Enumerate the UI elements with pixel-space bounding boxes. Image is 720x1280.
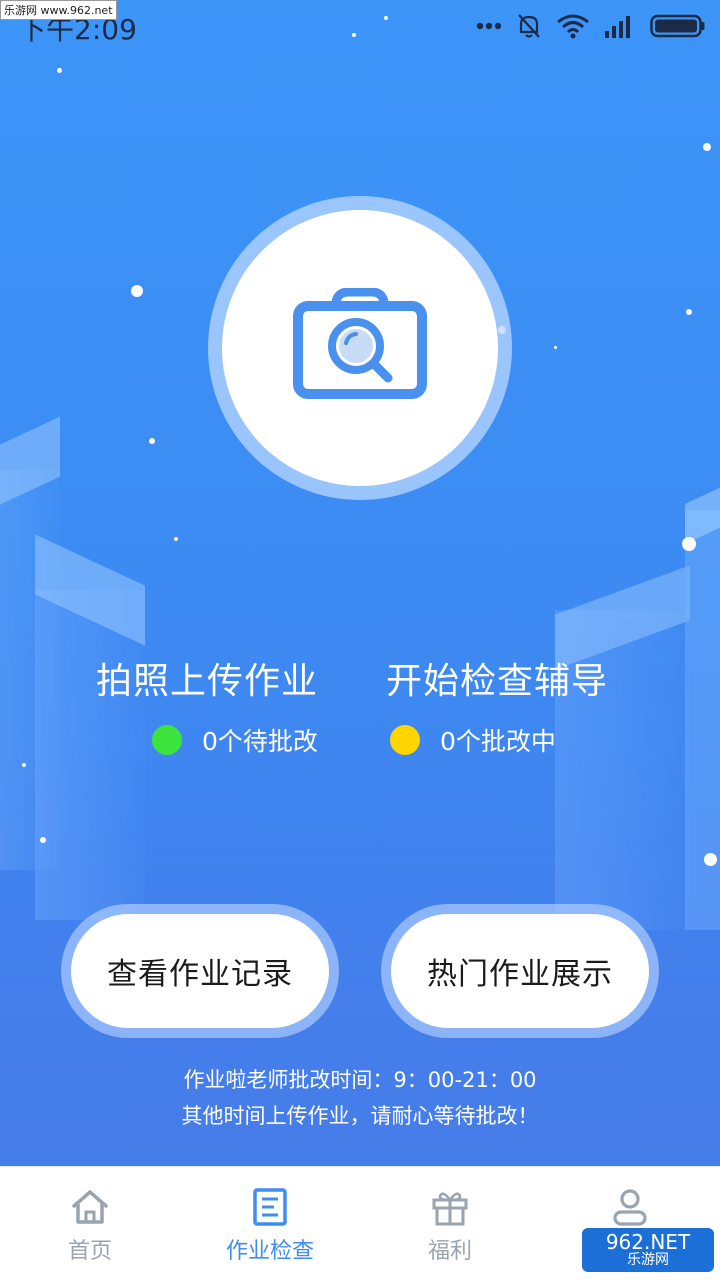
records-button-wrap: 查看作业记录 — [61, 904, 339, 1038]
signal-icon — [604, 13, 636, 39]
battery-icon — [650, 13, 706, 39]
tab-home[interactable]: 首页 — [0, 1167, 180, 1280]
grading-status: 0个批改中 — [390, 722, 556, 758]
home-icon — [70, 1187, 110, 1227]
watermark-logo-text: 962.NET — [605, 1230, 691, 1255]
user-icon — [610, 1187, 650, 1227]
watermark-label: 乐游网 www.962.net — [0, 0, 117, 20]
snow-dot — [682, 537, 696, 551]
snow-dot — [22, 763, 26, 767]
tab-homework-check[interactable]: 作业检查 — [180, 1167, 360, 1280]
start-check-title[interactable]: 开始检查辅导 — [386, 652, 608, 704]
document-icon — [250, 1187, 290, 1227]
showcase-button-wrap: 热门作业展示 — [381, 904, 659, 1038]
snow-dot — [174, 537, 178, 541]
snow-dot — [703, 143, 711, 151]
camera-button[interactable] — [222, 210, 498, 486]
pending-status: 0个待批改 — [152, 722, 318, 758]
camera-search-icon — [292, 287, 428, 408]
hot-showcase-button[interactable]: 热门作业展示 — [391, 914, 649, 1028]
gift-icon — [430, 1187, 470, 1227]
tab-home-label: 首页 — [67, 1239, 112, 1264]
grading-hours-note: 作业啦老师批改时间：9：00-21：00 — [183, 1068, 537, 1092]
view-records-button[interactable]: 查看作业记录 — [71, 914, 329, 1028]
homework-status-row: 0个待批改 0个批改中 — [0, 722, 720, 762]
watermark-logo-sub: 乐游网 — [627, 1252, 669, 1269]
upload-homework-title[interactable]: 拍照上传作业 — [96, 652, 318, 704]
snow-dot — [40, 837, 46, 843]
snow-dot — [131, 285, 143, 297]
watermark-logo: 962.NET 乐游网 — [582, 1228, 714, 1272]
bell-muted-icon — [516, 12, 542, 40]
tab-homework-check-label: 作业检查 — [225, 1239, 314, 1264]
snow-dot — [704, 853, 717, 866]
grading-dot-icon — [390, 725, 420, 755]
tab-welfare-label: 福利 — [427, 1239, 472, 1264]
background-building — [685, 510, 720, 930]
snow-dot — [686, 309, 692, 315]
grading-count: 0个批改中 — [440, 727, 556, 756]
wifi-icon — [556, 13, 590, 39]
action-titles: 拍照上传作业 开始检查辅导 — [0, 652, 720, 708]
status-icons — [476, 10, 706, 42]
status-bar: 下午2:09 乐游网 www.962.net — [0, 0, 720, 52]
snow-dot — [149, 438, 155, 444]
pending-dot-icon — [152, 725, 182, 755]
pending-count: 0个待批改 — [202, 727, 318, 756]
snow-dot — [554, 346, 557, 349]
wait-note: 其他时间上传作业，请耐心等待批改！ — [181, 1104, 539, 1128]
snow-dot — [57, 68, 62, 73]
tab-welfare[interactable]: 福利 — [360, 1167, 540, 1280]
more-dots-icon — [476, 22, 502, 30]
